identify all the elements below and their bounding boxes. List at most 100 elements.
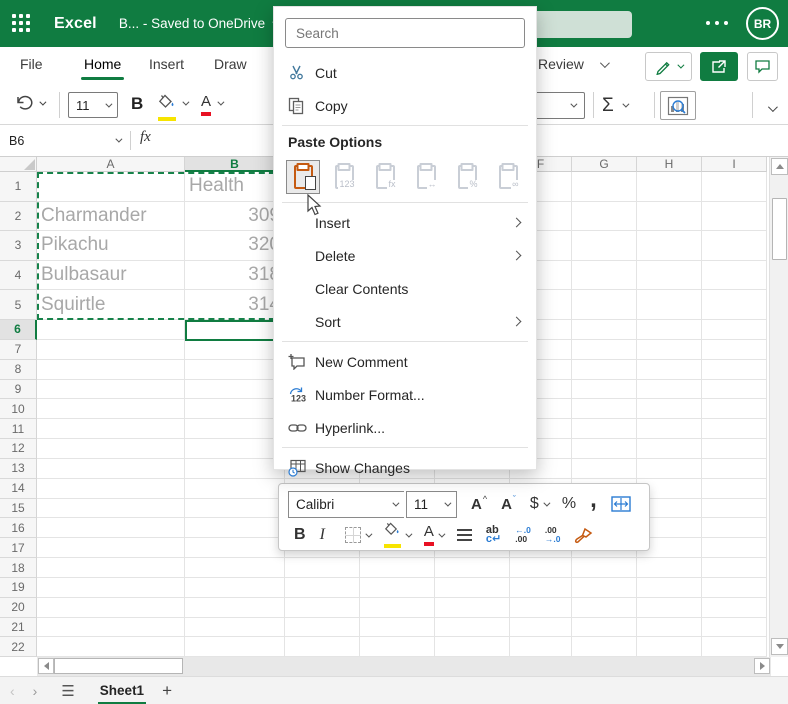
cell-i16[interactable]	[702, 518, 767, 539]
cell-b14[interactable]	[185, 478, 285, 499]
cell-h10[interactable]	[637, 399, 702, 420]
cell-b13[interactable]	[185, 458, 285, 479]
cell-f20[interactable]	[510, 597, 572, 618]
share-button[interactable]	[700, 52, 738, 81]
cell-h12[interactable]	[637, 439, 702, 459]
cell-h2[interactable]	[637, 201, 702, 232]
cell-i8[interactable]	[702, 359, 767, 380]
cell-h21[interactable]	[637, 617, 702, 638]
cell-e21[interactable]	[435, 617, 510, 638]
cell-e20[interactable]	[435, 597, 510, 618]
cell-b18[interactable]	[185, 558, 285, 578]
tab-home[interactable]: Home	[80, 56, 125, 80]
mini-font-size-select[interactable]: 11	[406, 490, 457, 518]
cell-i19[interactable]	[702, 577, 767, 598]
row-header-19[interactable]: 19	[0, 577, 37, 598]
cell-a4[interactable]: Bulbasaur	[37, 260, 185, 291]
vertical-scrollbar[interactable]	[769, 157, 788, 657]
cell-h8[interactable]	[637, 359, 702, 380]
menu-item-copy[interactable]: Copy	[274, 89, 536, 122]
row-header-17[interactable]: 17	[0, 538, 37, 559]
cell-g13[interactable]	[572, 458, 637, 479]
mini-fill-color-button[interactable]	[378, 522, 416, 548]
cell-h7[interactable]	[637, 339, 702, 360]
menu-item-show-changes[interactable]: Show Changes	[274, 451, 536, 484]
percent-format-button[interactable]: %	[556, 491, 582, 517]
row-header-8[interactable]: 8	[0, 359, 37, 380]
cell-a16[interactable]	[37, 518, 185, 539]
font-color-button[interactable]: A	[201, 94, 225, 116]
cell-b15[interactable]	[185, 498, 285, 519]
more-options-icon[interactable]	[706, 21, 728, 25]
cell-i4[interactable]	[702, 260, 767, 291]
cell-h18[interactable]	[637, 558, 702, 578]
row-header-2[interactable]: 2	[0, 201, 37, 232]
cell-h22[interactable]	[637, 637, 702, 657]
row-header-14[interactable]: 14	[0, 478, 37, 499]
row-header-18[interactable]: 18	[0, 558, 37, 578]
cell-i11[interactable]	[702, 419, 767, 440]
cell-h11[interactable]	[637, 419, 702, 440]
column-header-a[interactable]: A	[37, 157, 185, 172]
cell-a21[interactable]	[37, 617, 185, 638]
document-title[interactable]: B... - Saved to OneDrive	[119, 16, 280, 31]
cell-e18[interactable]	[435, 558, 510, 578]
row-header-20[interactable]: 20	[0, 597, 37, 618]
column-header-b[interactable]: B	[185, 157, 285, 172]
comments-button[interactable]	[747, 52, 778, 81]
mini-italic-button[interactable]: I	[314, 522, 331, 548]
fx-icon[interactable]: fx	[140, 129, 151, 146]
cell-b7[interactable]	[185, 339, 285, 360]
cell-i18[interactable]	[702, 558, 767, 578]
tab-review[interactable]: Review	[538, 56, 584, 72]
cell-a9[interactable]	[37, 379, 185, 400]
cell-d21[interactable]	[360, 617, 435, 638]
cell-i22[interactable]	[702, 637, 767, 657]
cell-i13[interactable]	[702, 458, 767, 479]
cell-b16[interactable]	[185, 518, 285, 539]
avatar[interactable]: BR	[746, 7, 779, 40]
row-header-10[interactable]: 10	[0, 399, 37, 420]
cell-h9[interactable]	[637, 379, 702, 400]
menu-item-cut[interactable]: Cut	[274, 56, 536, 89]
cell-b20[interactable]	[185, 597, 285, 618]
cell-g18[interactable]	[572, 558, 637, 578]
cell-b2[interactable]: 309	[185, 201, 285, 232]
column-header-h[interactable]: H	[637, 157, 702, 172]
row-header-11[interactable]: 11	[0, 419, 37, 440]
cell-g9[interactable]	[572, 379, 637, 400]
mini-font-name-select[interactable]: Calibri	[288, 490, 404, 518]
cell-a14[interactable]	[37, 478, 185, 499]
cell-h20[interactable]	[637, 597, 702, 618]
scroll-left-button[interactable]	[38, 658, 54, 674]
cell-a5[interactable]: Squirtle	[37, 290, 185, 320]
autofit-button[interactable]	[605, 491, 637, 517]
cell-c18[interactable]	[285, 558, 360, 578]
tab-draw[interactable]: Draw	[214, 56, 247, 72]
cell-i6[interactable]	[702, 319, 767, 340]
tab-insert[interactable]: Insert	[149, 56, 184, 72]
row-header-22[interactable]: 22	[0, 637, 37, 657]
cell-a8[interactable]	[37, 359, 185, 380]
next-sheet-icon[interactable]: ›	[33, 683, 38, 699]
menu-item-sort[interactable]: Sort	[274, 305, 536, 338]
all-sheets-icon[interactable]: ☰	[61, 682, 75, 700]
cell-h19[interactable]	[637, 577, 702, 598]
context-menu-search-input[interactable]	[285, 18, 525, 48]
cell-f21[interactable]	[510, 617, 572, 638]
increase-decimal-button[interactable]: ←.0.00	[509, 522, 537, 548]
cell-g22[interactable]	[572, 637, 637, 657]
column-header-g[interactable]: G	[572, 157, 637, 172]
format-painter-button[interactable]	[568, 522, 599, 548]
active-cell-b6[interactable]	[185, 320, 286, 341]
cell-b10[interactable]	[185, 399, 285, 420]
cell-e19[interactable]	[435, 577, 510, 598]
cell-h5[interactable]	[637, 290, 702, 320]
cell-g12[interactable]	[572, 439, 637, 459]
cell-b17[interactable]	[185, 538, 285, 559]
cell-a11[interactable]	[37, 419, 185, 440]
prev-sheet-icon[interactable]: ‹	[10, 683, 15, 699]
currency-format-button[interactable]: $	[524, 491, 554, 517]
cell-a6[interactable]	[37, 319, 185, 340]
cell-a20[interactable]	[37, 597, 185, 618]
